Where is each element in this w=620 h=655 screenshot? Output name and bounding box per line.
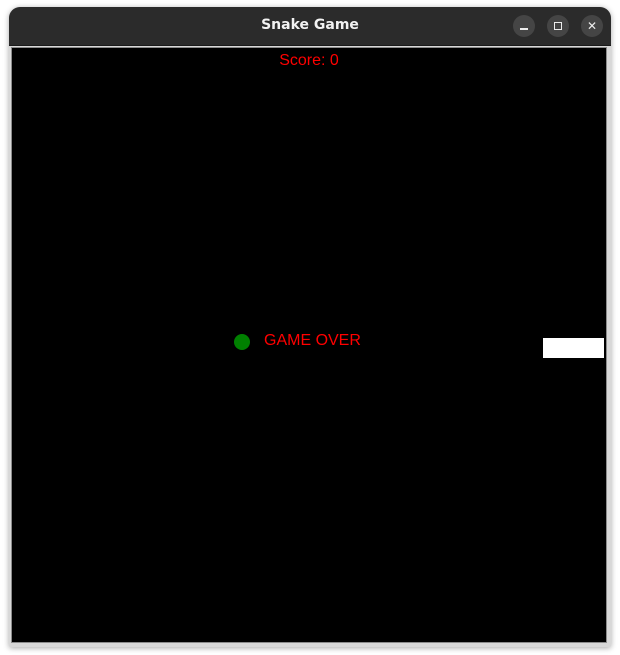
close-icon: ✕ — [586, 19, 598, 33]
maximize-button[interactable] — [547, 15, 569, 37]
game-board[interactable]: Score: 0 GAME OVER — [14, 50, 604, 640]
food-pellet — [234, 334, 250, 350]
minimize-button[interactable] — [513, 15, 535, 37]
maximize-icon — [554, 22, 562, 30]
score-label: Score: 0 — [279, 52, 339, 69]
title-bar[interactable]: Snake Game ✕ — [9, 7, 611, 46]
game-board-frame: Score: 0 GAME OVER — [11, 47, 607, 643]
game-over-label: GAME OVER — [264, 332, 361, 349]
game-window: Snake Game ✕ Score: 0 GAME OVER — [9, 7, 611, 647]
close-button[interactable]: ✕ — [581, 15, 603, 37]
minimize-icon — [520, 28, 528, 30]
snake-body — [543, 338, 604, 358]
